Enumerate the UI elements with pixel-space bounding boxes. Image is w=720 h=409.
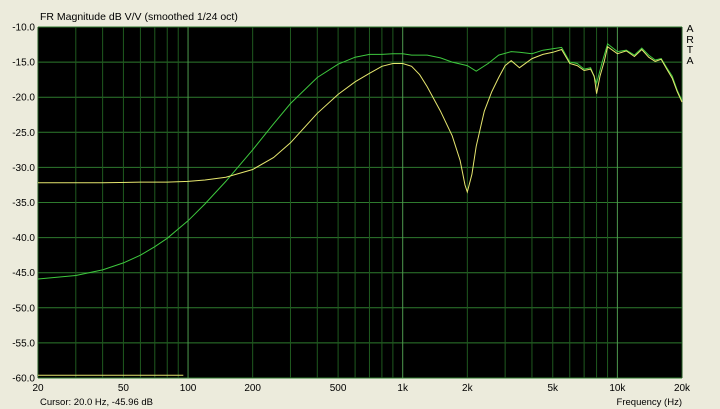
x-tick-label: 1k: [397, 383, 409, 394]
x-tick-label: 500: [330, 383, 347, 394]
y-tick-label: -20.0: [12, 93, 35, 104]
x-tick-label: 20: [32, 383, 44, 394]
y-tick-label: -15.0: [12, 58, 35, 69]
x-tick-label: 50: [118, 383, 130, 394]
y-tick-label: -45.0: [12, 268, 35, 279]
y-tick-label: -55.0: [12, 338, 35, 349]
x-tick-label: 100: [180, 383, 197, 394]
y-tick-label: -25.0: [12, 128, 35, 139]
x-tick-label: 10k: [609, 383, 626, 394]
y-tick-label: -50.0: [12, 303, 35, 314]
y-tick-label: -40.0: [12, 233, 35, 244]
x-tick-label: 5k: [547, 383, 559, 394]
x-axis-label: Frequency (Hz): [616, 397, 682, 408]
frequency-response-chart[interactable]: -10.0 -15.0 -20.0 -25.0 -30.0 -35.0 -40.0 -45.0…: [0, 0, 720, 409]
y-tick-label: -35.0: [12, 198, 35, 209]
x-tick-label: 200: [244, 383, 261, 394]
cursor-readout: Cursor: 20.0 Hz, -45.96 dB: [40, 397, 153, 408]
x-tick-label: 20k: [674, 383, 691, 394]
x-tick-label: 2k: [462, 383, 474, 394]
y-tick-label: -30.0: [12, 163, 35, 174]
y-tick-label: -10.0: [12, 23, 35, 34]
